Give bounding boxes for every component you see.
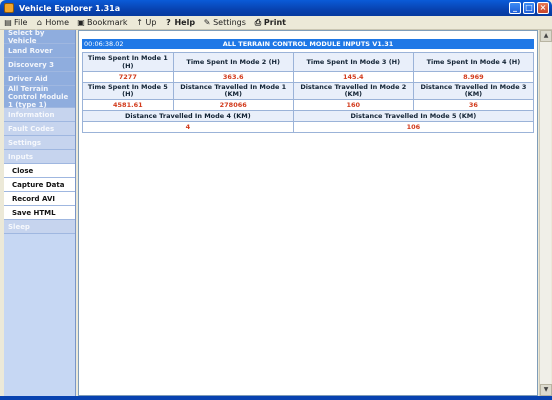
menu-help[interactable]: ? Help [164, 18, 195, 27]
cell-label: Distance Travelled In Mode 2 (KM) [292, 82, 414, 100]
sidebar-item-atc-module[interactable]: All Terrain Control Module 1 (type 1) [4, 85, 75, 109]
cell-value: 36 [412, 99, 535, 111]
menu-print[interactable]: ⎙ Print [254, 18, 286, 27]
menu-home[interactable]: ⌂ Home [35, 18, 69, 27]
content-panel: ALL TERRAIN CONTROL MODULE INPUTS V1.31 … [78, 30, 538, 396]
menu-up[interactable]: ↑ Up [136, 17, 156, 27]
cell-label: Distance Travelled In Mode 1 (KM) [172, 82, 294, 100]
cell-value: 4581.61 [82, 99, 174, 111]
sidebar: Select by Vehicle Land Rover Discovery 3… [4, 29, 76, 396]
menu-bookmark[interactable]: ▣ Bookmark [77, 17, 127, 27]
vertical-scrollbar[interactable]: ▲ ▼ [539, 30, 552, 396]
sidebar-item-settings[interactable]: Settings [4, 136, 75, 150]
cell-label: Time Spent In Mode 1 (H) [82, 52, 174, 72]
title-bar: Vehicle Explorer 1.31a _ □ × [0, 0, 552, 16]
menu-settings[interactable]: ✎ Settings [203, 18, 246, 27]
up-icon: ↑ [136, 17, 143, 27]
cell-value: 278066 [172, 99, 294, 111]
cell-label: Distance Travelled In Mode 4 (KM) [82, 110, 294, 122]
module-title: ALL TERRAIN CONTROL MODULE INPUTS V1.31 [222, 40, 394, 48]
cell-label: Time Spent In Mode 4 (H) [412, 52, 535, 72]
cell-label: Time Spent In Mode 3 (H) [292, 52, 414, 72]
inputs-table: Time Spent In Mode 1 (H) Time Spent In M… [82, 52, 535, 133]
sidebar-item-information[interactable]: Information [4, 108, 75, 122]
cell-label: Time Spent In Mode 2 (H) [172, 52, 294, 72]
record-avi-button[interactable]: Record AVI [4, 192, 75, 206]
maximize-button[interactable]: □ [523, 2, 535, 14]
cell-value: 4 [82, 121, 294, 133]
save-html-button[interactable]: Save HTML [4, 206, 75, 220]
minimize-button[interactable]: _ [509, 2, 521, 14]
cell-label: Distance Travelled In Mode 5 (KM) [292, 110, 535, 122]
timestamp: 00:06:38.02 [84, 40, 124, 48]
menu-file[interactable]: ▤ File [4, 18, 27, 27]
settings-icon: ✎ [203, 17, 211, 27]
window-title: Vehicle Explorer 1.31a [19, 3, 121, 13]
menu-bar: ▤ File ⌂ Home ▣ Bookmark ↑ Up ? Help ✎ Setting… [0, 16, 552, 30]
close-button[interactable]: × [537, 2, 549, 14]
scroll-up-button[interactable]: ▲ [540, 30, 552, 42]
cell-label: Distance Travelled In Mode 3 (KM) [412, 82, 535, 100]
bookmark-icon: ▣ [77, 17, 85, 27]
app-icon [4, 3, 14, 13]
help-icon: ? [166, 17, 171, 27]
module-header: ALL TERRAIN CONTROL MODULE INPUTS V1.31 … [82, 39, 534, 49]
home-icon: ⌂ [36, 17, 42, 27]
capture-data-button[interactable]: Capture Data [4, 178, 75, 192]
sidebar-item-sleep[interactable]: Sleep [4, 220, 75, 234]
cell-value: 7277 [82, 71, 174, 83]
sidebar-item-discovery-3[interactable]: Discovery 3 [4, 58, 75, 72]
cell-value: 106 [292, 121, 535, 133]
cell-value: 160 [292, 99, 414, 111]
print-icon: ⎙ [254, 17, 262, 27]
close-action-button[interactable]: Close [4, 164, 75, 178]
window-bottom-border [0, 396, 552, 400]
cell-value: 363.6 [172, 71, 294, 83]
cell-value: 145.4 [292, 71, 414, 83]
scroll-down-button[interactable]: ▼ [540, 384, 552, 396]
sidebar-item-select-by-vehicle[interactable]: Select by Vehicle [4, 29, 75, 45]
sidebar-item-inputs[interactable]: Inputs [4, 150, 75, 164]
sidebar-item-land-rover[interactable]: Land Rover [4, 44, 75, 58]
folder-icon: ▤ [4, 17, 12, 27]
cell-label: Time Spent In Mode 5 (H) [82, 82, 174, 100]
sidebar-item-fault-codes[interactable]: Fault Codes [4, 122, 75, 136]
cell-value: 8.969 [412, 71, 535, 83]
